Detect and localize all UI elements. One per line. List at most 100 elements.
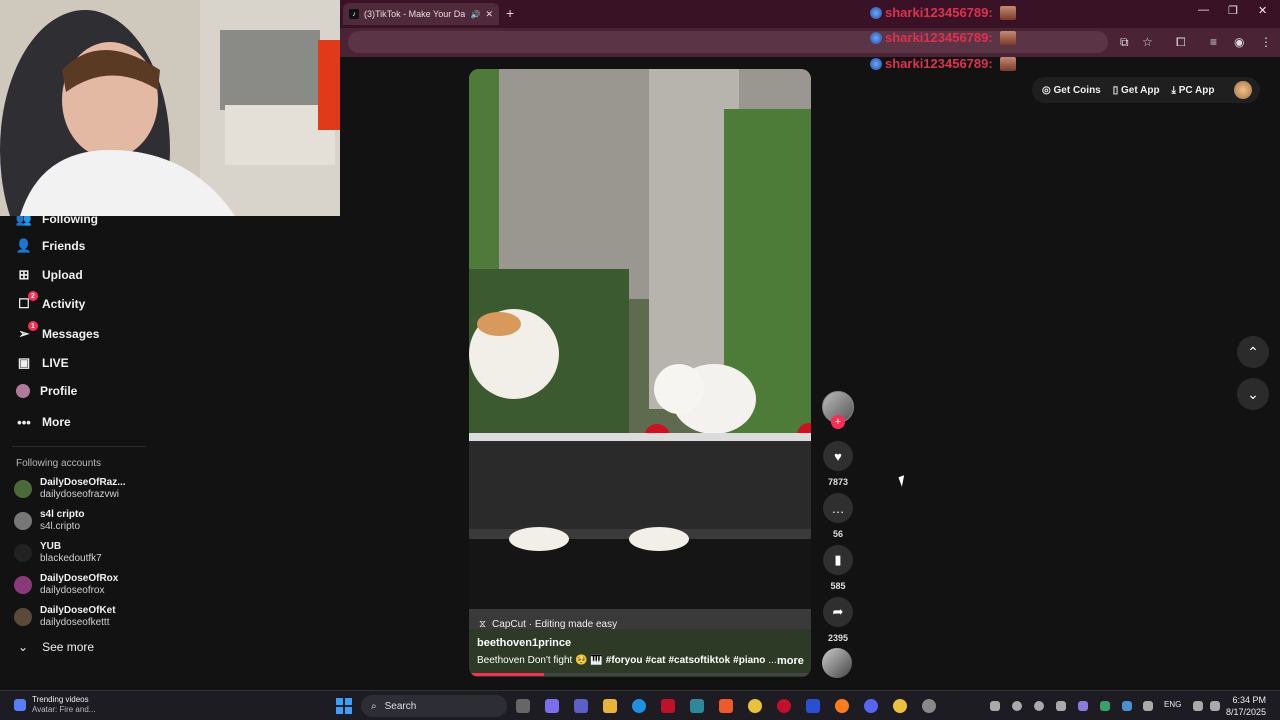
chrome-active-icon[interactable] <box>893 699 907 713</box>
sidebar-item-label: Activity <box>42 297 86 311</box>
new-tab-button[interactable]: + <box>506 5 514 21</box>
account-name: s4l cripto <box>40 509 85 520</box>
tray-icon[interactable] <box>1078 701 1088 711</box>
trending-widget[interactable]: Trending videos Avatar: Fire and... <box>14 695 95 715</box>
language-indicator[interactable]: ENG <box>1164 700 1181 709</box>
music-disc-icon[interactable] <box>822 648 852 678</box>
sidebar-item-more[interactable]: ••• More <box>16 414 71 430</box>
video-progress-bar[interactable] <box>469 673 811 676</box>
video-author[interactable]: beethoven1prince <box>477 637 571 649</box>
copilot-icon[interactable] <box>545 699 559 713</box>
upload-icon: ⊞ <box>18 267 30 282</box>
app-icon[interactable] <box>661 699 675 713</box>
reading-list-icon[interactable]: ≡ <box>1210 35 1217 49</box>
browser-tab[interactable]: ♪ (3)TikTok - Make Your Day 🔊 ✕ <box>343 3 499 25</box>
app-icon[interactable] <box>806 699 820 713</box>
account-item[interactable]: DailyDoseOfRox dailydoseofrox <box>14 573 118 597</box>
opera-icon[interactable] <box>777 699 791 713</box>
like-action[interactable]: ♥ 7873 <box>822 441 854 487</box>
tray-icon[interactable] <box>1056 701 1066 711</box>
chat-badge-icon <box>870 57 882 70</box>
capcut-tag[interactable]: ⧖ CapCut · Editing made easy <box>479 619 617 630</box>
edge-icon[interactable] <box>632 699 646 713</box>
messages-badge: 1 <box>28 321 38 331</box>
speaker-icon[interactable]: 🔊 <box>470 10 480 19</box>
tray-icon[interactable] <box>990 701 1000 711</box>
chevron-down-icon: ⌄ <box>18 640 29 654</box>
heart-icon[interactable]: ♥ <box>823 441 853 471</box>
save-action[interactable]: ▮ 585 <box>822 545 854 591</box>
get-coins-button[interactable]: ◎ Get Coins <box>1042 85 1101 96</box>
hashtag-link[interactable]: #foryou <box>606 655 643 666</box>
taskbar-search[interactable]: ⌕ Search <box>361 695 507 717</box>
see-more-button[interactable]: ⌄ See more <box>18 640 94 654</box>
sidebar-item-activity[interactable]: ☐ 2 Activity <box>16 291 86 312</box>
account-handle: s4l.cripto <box>40 521 81 532</box>
comment-icon[interactable]: … <box>823 493 853 523</box>
account-item[interactable]: DailyDoseOfRaz... dailydoseofrazvwi <box>14 477 126 501</box>
account-item[interactable]: DailyDoseOfKet dailydoseofkettt <box>14 605 116 629</box>
sidebar-item-profile[interactable]: Profile <box>16 384 77 398</box>
hashtag-link[interactable]: #catsoftiktok <box>668 655 730 666</box>
chat-emote-icon <box>999 30 1016 45</box>
share-icon[interactable]: ➦ <box>823 597 853 627</box>
hashtag-link[interactable]: #cat <box>645 655 665 666</box>
hashtag-link[interactable]: #piano <box>733 655 765 666</box>
file-explorer-icon[interactable] <box>603 699 617 713</box>
restore-button[interactable]: ❐ <box>1228 4 1238 17</box>
account-item[interactable]: s4l cripto s4l.cripto <box>14 509 84 533</box>
sidebar-item-friends[interactable]: 👤 Friends <box>16 238 85 254</box>
app-icon[interactable] <box>922 699 936 713</box>
extensions-icon[interactable]: ⧠ <box>1176 35 1186 50</box>
app-icon[interactable] <box>690 699 704 713</box>
chat-badge-icon <box>870 31 882 44</box>
discord-icon[interactable] <box>864 699 878 713</box>
mouse-cursor-icon <box>898 475 908 487</box>
caption-ellipsis: ... <box>768 655 777 666</box>
tray-icon[interactable] <box>1100 701 1110 711</box>
previous-video-button[interactable]: ⌃ <box>1237 336 1269 368</box>
webcam-image <box>0 0 340 216</box>
clock[interactable]: 6:34 PM 8/17/2025 <box>1226 694 1266 718</box>
brave-icon[interactable] <box>719 699 733 713</box>
bookmark-icon[interactable]: ▮ <box>823 545 853 575</box>
trending-subtitle: Avatar: Fire and... <box>32 705 96 714</box>
minimize-button[interactable]: — <box>1198 4 1209 16</box>
firefox-icon[interactable] <box>835 699 849 713</box>
microphone-icon[interactable] <box>1143 701 1153 711</box>
caption-more-button[interactable]: more <box>777 655 804 667</box>
comment-action[interactable]: … 56 <box>822 493 854 539</box>
next-video-button[interactable]: ⌄ <box>1237 378 1269 410</box>
volume-icon[interactable] <box>1210 701 1220 711</box>
account-item[interactable]: YUB blackedoutfk7 <box>14 541 102 565</box>
tray-icon[interactable] <box>1034 701 1044 711</box>
video-player[interactable]: ⧖ CapCut · Editing made easy beethoven1p… <box>469 69 811 677</box>
tab-close-icon[interactable]: ✕ <box>485 9 493 20</box>
account-name: YUB <box>40 541 62 552</box>
chat-emote-icon <box>999 5 1016 20</box>
chrome-icon[interactable] <box>748 699 762 713</box>
teams-icon[interactable] <box>574 699 588 713</box>
task-view-icon[interactable] <box>516 699 530 713</box>
close-window-button[interactable]: ✕ <box>1258 4 1267 17</box>
pc-app-button[interactable]: ⤓ PC App <box>1172 85 1215 96</box>
follow-button[interactable]: + <box>831 415 845 429</box>
account-handle: blackedoutfk7 <box>40 553 102 564</box>
get-app-button[interactable]: ▯ Get App <box>1113 85 1160 96</box>
share-action[interactable]: ➦ 2395 <box>822 597 854 643</box>
browser-menu-icon[interactable]: ⋮ <box>1260 35 1272 49</box>
bookmark-star-icon[interactable]: ☆ <box>1142 35 1153 49</box>
tray-icon[interactable] <box>1122 701 1132 711</box>
tray-icon[interactable] <box>1012 701 1022 711</box>
install-app-icon[interactable]: ⧉ <box>1120 35 1129 50</box>
profile-badge-icon[interactable]: ◉ <box>1234 35 1244 49</box>
account-avatar <box>14 608 32 626</box>
account-handle: dailydoseofkettt <box>40 617 110 628</box>
windows-start-icon[interactable] <box>336 698 352 714</box>
network-icon[interactable] <box>1193 701 1203 711</box>
sidebar-item-live[interactable]: ▣ LIVE <box>16 355 69 371</box>
sidebar-item-upload[interactable]: ⊞ Upload <box>16 267 83 283</box>
user-avatar[interactable] <box>1234 81 1252 99</box>
more-icon: ••• <box>17 414 31 430</box>
sidebar-item-messages[interactable]: ➢ 1 Messages <box>16 321 99 342</box>
